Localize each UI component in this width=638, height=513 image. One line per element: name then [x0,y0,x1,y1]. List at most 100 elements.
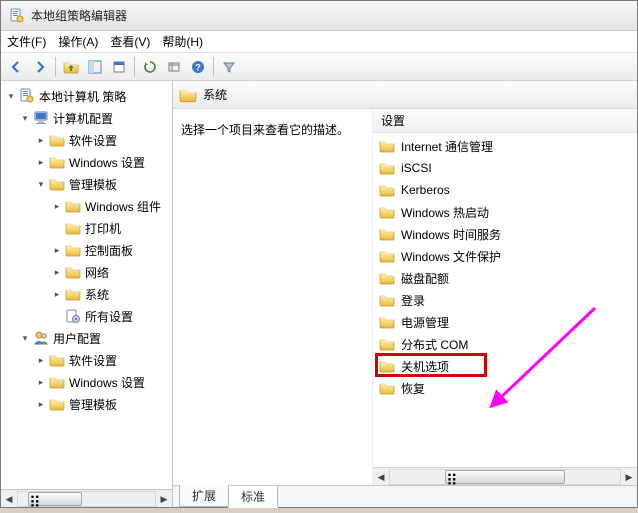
scroll-track[interactable]: ⠿ [389,469,621,485]
list-item[interactable]: 恢复 [373,377,637,399]
collapse-icon[interactable]: ▾ [35,178,47,190]
list-item[interactable]: Windows 时间服务 [373,223,637,245]
expand-icon[interactable]: ▸ [35,354,47,366]
help-button[interactable]: ? [187,56,209,78]
list-item[interactable]: Kerberos [373,179,637,201]
show-tree-button[interactable] [84,56,106,78]
settings-list-column: 设置 Internet 通信管理 iSCSI KerberosWindows 热启动… [373,109,637,485]
expand-icon[interactable]: ▸ [35,156,47,168]
collapse-icon[interactable]: ▾ [19,112,31,124]
titlebar[interactable]: 本地组策略编辑器 [1,1,637,31]
tree-label: 用户配置 [53,330,101,347]
list-item[interactable]: 电源管理 [373,311,637,333]
tab-extended[interactable]: 扩展 [179,485,229,507]
scroll-thumb[interactable]: ⠿ [28,492,82,506]
tree-node[interactable]: ▸软件设置 [3,349,170,371]
svg-text:?: ? [195,62,201,72]
list-item[interactable]: Windows 热启动 [373,201,637,223]
filter-button[interactable] [218,56,240,78]
window-title: 本地组策略编辑器 [31,7,127,24]
toolbar-sep [134,57,135,77]
scroll-right-icon[interactable]: ▶ [156,491,172,507]
toolbar-sep [213,57,214,77]
settings-list[interactable]: Internet 通信管理iSCSIKerberosWindows 热启动Win… [373,133,637,467]
menu-view[interactable]: 查看(V) [110,33,150,50]
scroll-left-icon[interactable]: ◀ [373,469,389,485]
folder-icon [49,176,65,192]
scroll-track[interactable]: ⠿ [17,491,156,507]
menu-file[interactable]: 文件(F) [7,33,46,50]
list-item[interactable]: Internet 通信管理 [373,135,637,157]
forward-button[interactable] [29,56,51,78]
tree-label: Windows 组件 [85,198,161,215]
details-title: 系统 [203,86,227,103]
list-item-label: 磁盘配额 [401,270,449,287]
console-tree[interactable]: ▾本地计算机 策略▾计算机配置▸软件设置▸Windows 设置▾管理模板▸Win… [1,81,172,489]
list-item[interactable]: iSCSI [373,157,637,179]
folder-icon [379,380,395,396]
tab-standard[interactable]: 标准 [228,486,278,508]
folder-icon [49,352,65,368]
tree-node[interactable]: ▸ 系统 [3,283,170,305]
folder-icon [379,204,395,220]
tree-hscroll[interactable]: ◀ ⠿ ▶ [1,489,172,507]
settings-icon [65,308,81,324]
up-button[interactable] [60,56,82,78]
tree-label: 管理模板 [69,396,117,413]
tree-node[interactable]: ▸软件设置 [3,129,170,151]
expander-spacer [51,310,63,322]
list-item-label: 分布式 COM [401,336,468,353]
tree-node[interactable]: 打印机 [3,217,170,239]
tree-node[interactable]: ▾管理模板 [3,173,170,195]
collapse-icon[interactable]: ▾ [5,90,17,102]
list-item[interactable]: 关机选项 [373,355,637,377]
back-button[interactable] [5,56,27,78]
folder-icon [65,242,81,258]
list-hscroll[interactable]: ◀ ⠿ ▶ [373,467,637,485]
collapse-icon[interactable]: ▾ [19,332,31,344]
tree-node[interactable]: ▸Windows 设置 [3,371,170,393]
tree-label: 所有设置 [85,308,133,325]
expand-icon[interactable]: ▸ [51,266,63,278]
client-area: ▾本地计算机 策略▾计算机配置▸软件设置▸Windows 设置▾管理模板▸Win… [1,81,637,507]
list-item-label: 恢复 [401,380,425,397]
folder-icon [379,270,395,286]
expand-icon[interactable]: ▸ [51,288,63,300]
details-pane: 系统 选择一个项目来查看它的描述。 设置 Internet 通信管理iSCSIK… [173,81,637,507]
menu-help[interactable]: 帮助(H) [162,33,203,50]
folder-icon [379,160,395,176]
expand-icon[interactable]: ▸ [51,200,63,212]
export-button[interactable] [163,56,185,78]
properties-button[interactable] [108,56,130,78]
tree-node[interactable]: ▸ Windows 设置 [3,151,170,173]
tree-node[interactable]: ▸ 管理模板 [3,393,170,415]
list-item[interactable]: 登录 [373,289,637,311]
tree-node[interactable]: ▾本地计算机 策略 [3,85,170,107]
list-item[interactable]: 磁盘配额 [373,267,637,289]
toolbar: ? [1,53,637,81]
tree-node[interactable]: ▾ 用户配置 [3,327,170,349]
refresh-button[interactable] [139,56,161,78]
tree-node[interactable]: 所有设置 [3,305,170,327]
folder-icon [379,248,395,264]
list-item[interactable]: 分布式 COM [373,333,637,355]
list-item[interactable]: Windows 文件保护 [373,245,637,267]
tree-node[interactable]: ▾计算机配置 [3,107,170,129]
column-header-settings[interactable]: 设置 [373,109,637,133]
tree-node[interactable]: ▸ Windows 组件 [3,195,170,217]
expand-icon[interactable]: ▸ [35,134,47,146]
scroll-left-icon[interactable]: ◀ [1,491,17,507]
expand-icon[interactable]: ▸ [35,398,47,410]
menu-action[interactable]: 操作(A) [58,33,98,50]
tree-node[interactable]: ▸控制面板 [3,239,170,261]
expand-icon[interactable]: ▸ [51,244,63,256]
list-item-label: 关机选项 [401,358,449,375]
tree-label: Windows 设置 [69,154,145,171]
tree-node[interactable]: ▸网络 [3,261,170,283]
folder-icon [379,226,395,242]
scroll-right-icon[interactable]: ▶ [621,469,637,485]
list-item-label: iSCSI [401,161,432,175]
scroll-thumb[interactable]: ⠿ [445,470,565,484]
expand-icon[interactable]: ▸ [35,376,47,388]
tree-label: 系统 [85,286,109,303]
